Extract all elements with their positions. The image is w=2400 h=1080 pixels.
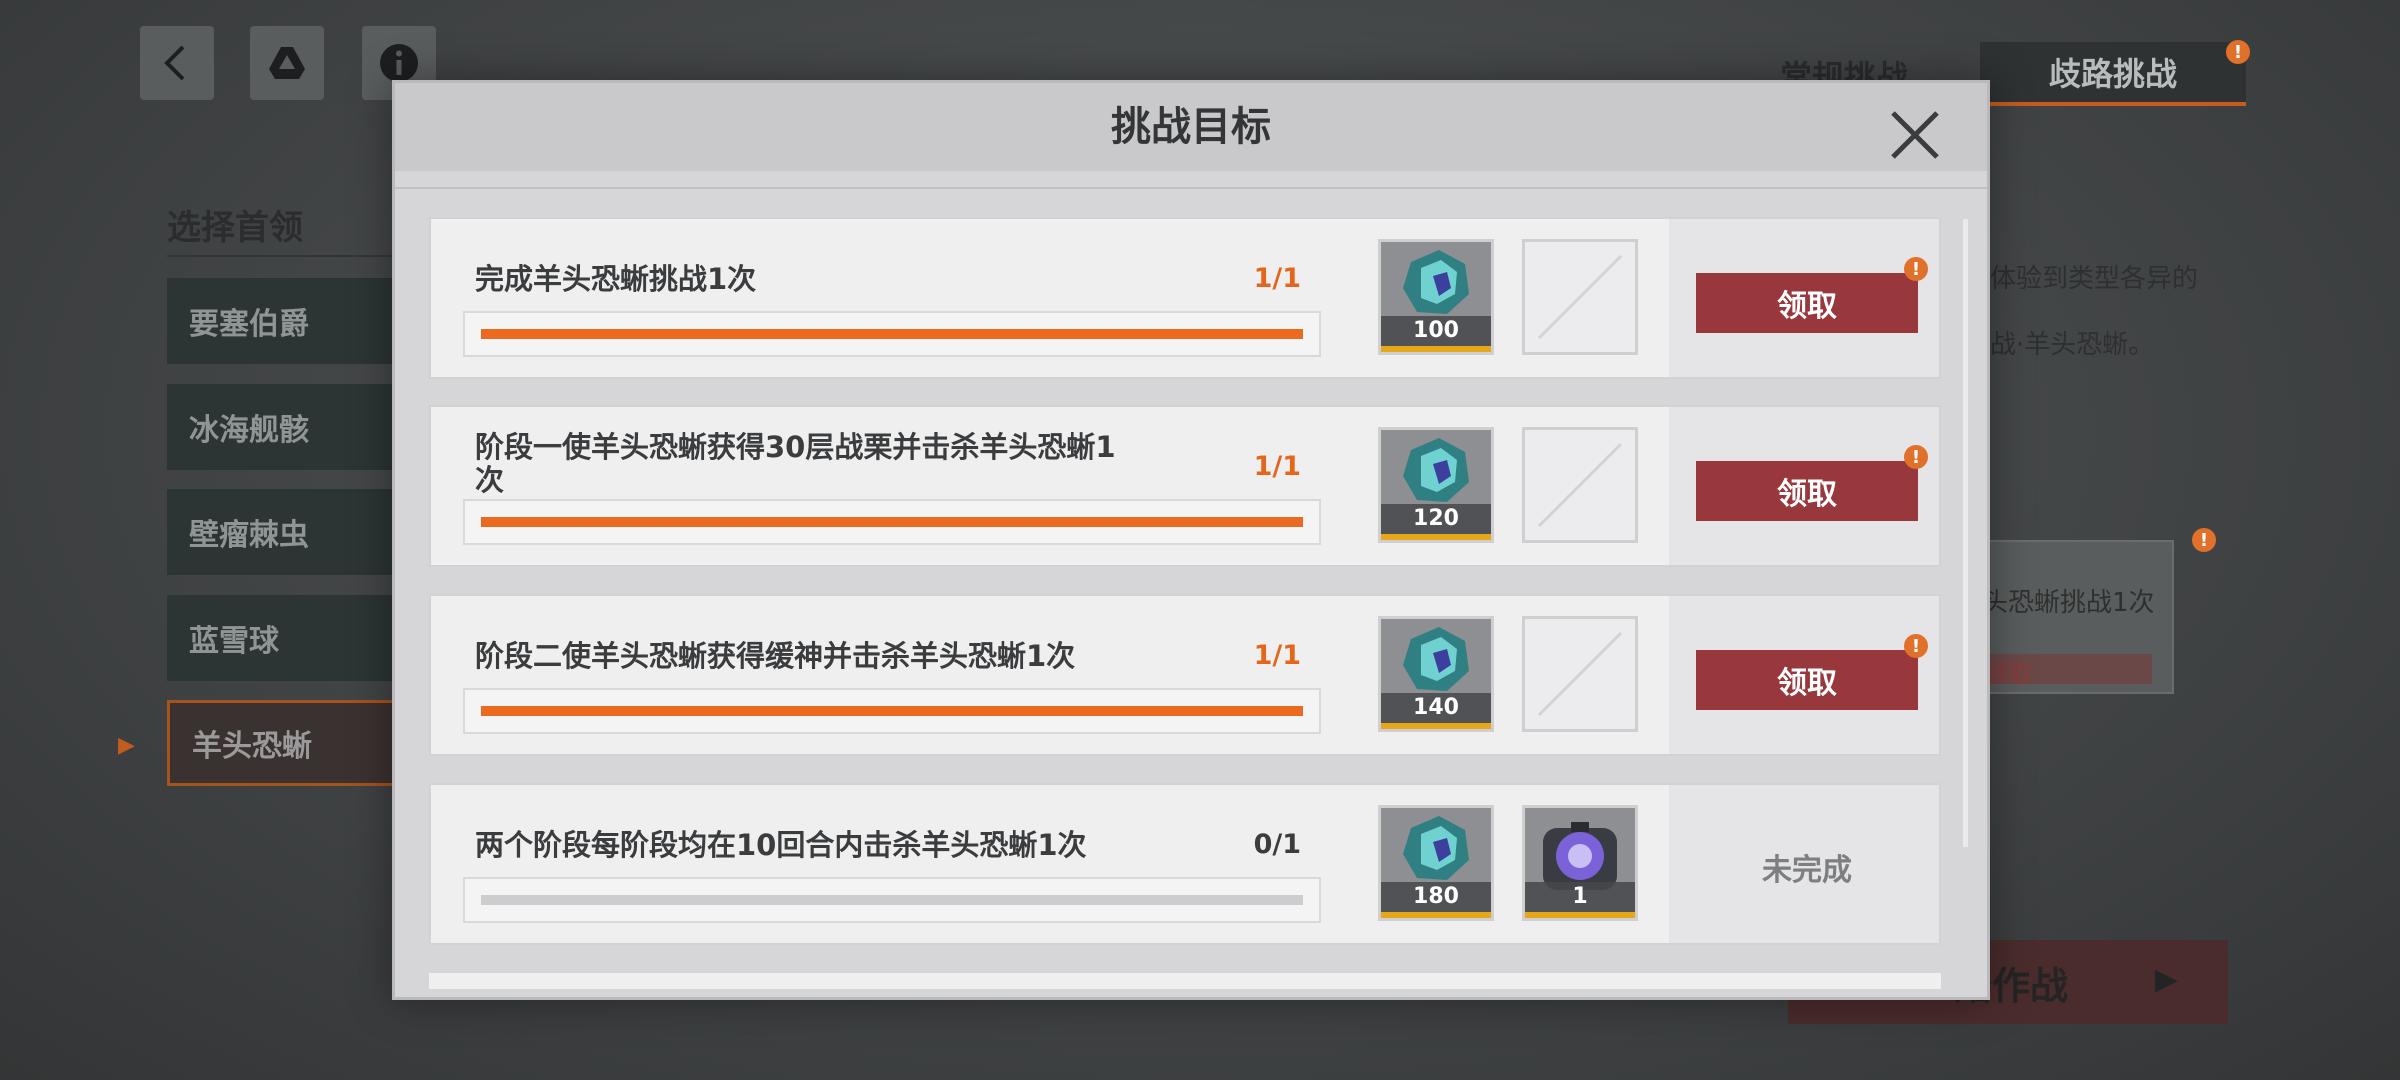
info-icon <box>380 44 418 82</box>
challenge-goals-modal: 挑战目标 完成羊头恐蜥挑战1次 1/1 100 领取 ! 阶段一使羊头恐蜥获得3… <box>392 80 1990 1000</box>
empty-slot-icon <box>1537 442 1623 528</box>
boss-item[interactable]: 蓝雪球 <box>167 595 397 681</box>
alert-icon: ! <box>1904 634 1928 658</box>
reward-quantity: 120 <box>1381 504 1491 534</box>
boss-description-text: 体验到类型各异的 <box>1990 264 2199 294</box>
reward-quantity: 100 <box>1381 316 1491 346</box>
boss-item[interactable]: 壁瘤棘虫 <box>167 489 397 575</box>
boss-item[interactable]: 要塞伯爵 <box>167 278 397 364</box>
boss-item-selected[interactable]: 羊头恐蜥 <box>167 700 397 786</box>
back-button[interactable] <box>140 26 214 100</box>
play-arrow-icon: ▶ <box>2154 962 2178 997</box>
selected-arrow-icon: ▶ <box>118 733 135 758</box>
reward-crystal: 180 <box>1378 805 1494 921</box>
rarity-bar <box>1381 723 1491 729</box>
back-arrow-icon <box>164 45 185 81</box>
reward-quantity: 140 <box>1381 693 1491 723</box>
boss-select-title: 选择首领 <box>167 208 303 248</box>
alert-icon: ! <box>2226 40 2250 64</box>
boss-description-text: 战·羊头恐蜥。 <box>1990 330 2155 360</box>
goal-preview-text: 头恐蜥挑战1次 <box>1982 588 2155 618</box>
progress-bar <box>463 499 1321 545</box>
reward-slot-empty <box>1522 616 1638 732</box>
rarity-bar <box>1381 346 1491 352</box>
empty-slot-icon <box>1537 631 1623 717</box>
task-row: 两个阶段每阶段均在10回合内击杀羊头恐蜥1次 0/1 180 1 未完成 <box>429 783 1941 945</box>
reward-quantity: 180 <box>1381 882 1491 912</box>
drive-triangle-icon <box>269 47 305 79</box>
progress-fill <box>481 329 1303 339</box>
rarity-bar <box>1525 912 1635 918</box>
claim-button[interactable]: 领取 <box>1696 650 1918 710</box>
claim-button[interactable]: 领取 <box>1696 461 1918 521</box>
divider <box>167 255 397 257</box>
claim-button[interactable]: 领取 <box>1696 273 1918 333</box>
progress-bar <box>463 311 1321 357</box>
rarity-bar <box>1381 534 1491 540</box>
reward-crystal: 120 <box>1378 427 1494 543</box>
task-progress-count: 1/1 <box>1253 451 1301 482</box>
reward-quantity: 1 <box>1525 882 1635 912</box>
reward-crystal: 100 <box>1378 239 1494 355</box>
task-description: 两个阶段每阶段均在10回合内击杀羊头恐蜥1次 <box>475 828 1087 862</box>
task-description: 阶段二使羊头恐蜥获得缓神并击杀羊头恐蜥1次 <box>475 639 1076 673</box>
goal-preview-claim: 领取 <box>1984 654 2152 688</box>
reward-slot-empty <box>1522 427 1638 543</box>
next-task-row-partial <box>429 973 1941 989</box>
drive-button[interactable] <box>250 26 324 100</box>
progress-bar <box>463 688 1321 734</box>
close-icon[interactable] <box>1885 105 1945 165</box>
crystal-icon <box>1403 816 1469 880</box>
task-row: 阶段二使羊头恐蜥获得缓神并击杀羊头恐蜥1次 1/1 140 领取 ! <box>429 594 1941 756</box>
task-progress-count: 0/1 <box>1253 829 1301 860</box>
goal-preview-card[interactable]: 头恐蜥挑战1次 领取 <box>1960 540 2174 694</box>
status-incomplete: 未完成 <box>1762 853 1852 888</box>
crystal-icon <box>1403 250 1469 314</box>
progress-fill <box>481 517 1303 527</box>
alert-icon: ! <box>1904 257 1928 281</box>
alert-icon: ! <box>1904 445 1928 469</box>
divider <box>395 187 1987 189</box>
scrollbar[interactable] <box>1963 219 1968 847</box>
task-progress-count: 1/1 <box>1253 263 1301 294</box>
task-description: 完成羊头恐蜥挑战1次 <box>475 262 757 296</box>
task-description: 阶段一使羊头恐蜥获得30层战栗并击杀羊头恐蜥1次 <box>475 430 1116 497</box>
crystal-icon <box>1403 438 1469 502</box>
progress-bar <box>463 877 1321 923</box>
alert-icon: ! <box>2192 528 2216 552</box>
boss-item[interactable]: 冰海舰骸 <box>167 384 397 470</box>
empty-slot-icon <box>1537 254 1623 340</box>
task-progress-count: 1/1 <box>1253 640 1301 671</box>
rarity-bar <box>1381 912 1491 918</box>
reward-crystal: 140 <box>1378 616 1494 732</box>
progress-fill <box>481 706 1303 716</box>
reward-orb: 1 <box>1522 805 1638 921</box>
task-row: 阶段一使羊头恐蜥获得30层战栗并击杀羊头恐蜥1次 1/1 120 领取 ! <box>429 405 1941 567</box>
task-row: 完成羊头恐蜥挑战1次 1/1 100 领取 ! <box>429 217 1941 379</box>
reward-slot-empty <box>1522 239 1638 355</box>
modal-title: 挑战目标 <box>1111 104 1271 150</box>
crystal-icon <box>1403 627 1469 691</box>
tab-branch-challenge[interactable]: 歧路挑战 <box>1980 42 2246 106</box>
